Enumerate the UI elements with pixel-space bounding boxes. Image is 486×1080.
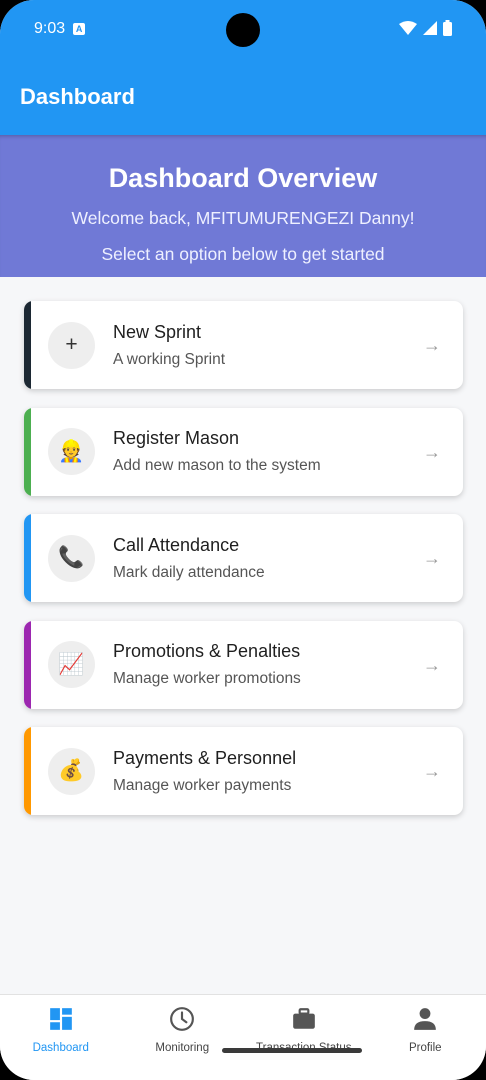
card-title: New Sprint — [113, 321, 202, 342]
status-icons — [399, 20, 452, 36]
card-title: Register Mason — [113, 428, 240, 448]
card-accent-bar — [24, 620, 31, 709]
person-icon — [411, 1005, 439, 1033]
nav-label: Profile — [408, 1042, 442, 1054]
phone-screen: 9:03 A Dashboard Dashboard Overview Welc… — [0, 0, 486, 1080]
plus-icon: + — [48, 321, 95, 369]
nav-label: Dashboard — [32, 1042, 89, 1054]
dashboard-overview-banner: Dashboard Overview Welcome back, MFITUMU… — [0, 135, 486, 277]
arrow-right-icon: → — [423, 441, 441, 462]
money-bag-icon: 💰 — [48, 747, 95, 795]
arrow-right-icon: → — [423, 761, 441, 781]
signal-icon — [423, 21, 437, 35]
card-subtitle: A working Sprint — [113, 350, 225, 368]
welcome-text: Welcome back, MFITUMURENGEZI Danny! — [71, 208, 415, 228]
card-accent-bar — [24, 301, 31, 389]
card-title: Call Attendance — [113, 534, 240, 555]
card-title: Promotions & Penalties — [113, 641, 301, 661]
a-icon: A — [73, 23, 86, 35]
call-attendance-card[interactable]: 📞 Call Attendance Mark daily attendance … — [24, 514, 463, 602]
action-card-list: + New Sprint A working Sprint → 👷 Regist… — [24, 301, 463, 834]
nav-item-dashboard[interactable]: Dashboard — [0, 995, 122, 1080]
nav-label: Monitoring — [155, 1042, 210, 1054]
wifi-icon — [399, 21, 417, 35]
promotions-penalties-card[interactable]: 📈 Promotions & Penalties Manage worker p… — [24, 620, 463, 709]
chart-increasing-icon: 📈 — [48, 641, 95, 688]
phone-icon: 📞 — [48, 534, 95, 582]
card-subtitle: Add new mason to the system — [113, 457, 321, 474]
card-accent-bar — [24, 514, 31, 602]
nav-item-transaction-status[interactable]: Transaction Status — [243, 995, 365, 1080]
card-subtitle: Mark daily attendance — [113, 563, 265, 581]
dashboard-icon — [47, 1005, 75, 1033]
arrow-right-icon: → — [423, 548, 441, 568]
card-title: Payments & Personnel — [113, 747, 297, 768]
prompt-text: Select an option below to get started — [101, 244, 385, 264]
card-subtitle: Manage worker promotions — [113, 670, 301, 687]
briefcase-icon — [290, 1005, 318, 1033]
arrow-right-icon: → — [423, 335, 441, 355]
camera-cutout — [226, 13, 260, 47]
payments-personnel-card[interactable]: 💰 Payments & Personnel Manage worker pay… — [24, 727, 463, 815]
register-mason-card[interactable]: 👷 Register Mason Add new mason to the sy… — [24, 407, 463, 496]
card-subtitle: Manage worker payments — [113, 776, 292, 794]
overview-title: Dashboard Overview — [108, 163, 378, 193]
status-time: 9:03 — [34, 20, 66, 37]
card-accent-bar — [24, 407, 31, 496]
bottom-navigation: Dashboard Monitoring Transaction Status — [0, 994, 486, 1080]
construction-worker-icon: 👷 — [48, 428, 95, 475]
app-bar-title: Dashboard — [20, 84, 135, 109]
card-accent-bar — [24, 727, 31, 815]
nav-item-profile[interactable]: Profile — [365, 995, 486, 1080]
nav-item-monitoring[interactable]: Monitoring — [122, 995, 244, 1080]
battery-icon — [443, 20, 452, 36]
home-indicator[interactable] — [222, 1048, 362, 1053]
clock-icon — [168, 1005, 196, 1033]
arrow-right-icon: → — [423, 654, 441, 675]
new-sprint-card[interactable]: + New Sprint A working Sprint → — [24, 301, 463, 389]
